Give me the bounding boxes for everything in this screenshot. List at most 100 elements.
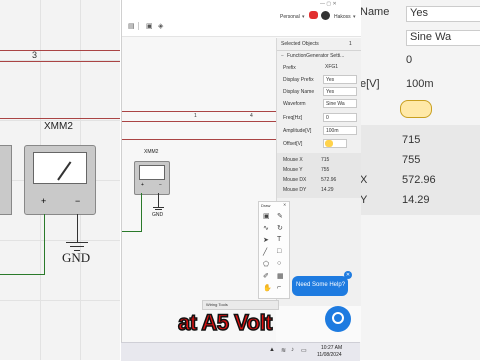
rectangle-icon[interactable]: □ — [277, 248, 281, 255]
zoom-meter-minus: − — [75, 196, 81, 206]
zoom-wire — [44, 214, 45, 274]
chat-button[interactable] — [325, 306, 351, 332]
meter-plus: + — [141, 182, 144, 188]
document-icon[interactable]: ▤ — [128, 22, 135, 30]
user-name: Hakoss — [334, 14, 351, 20]
zoom-ground-symbol — [70, 246, 84, 247]
video-caption: at A5 Volt — [177, 309, 273, 336]
chevron-down-icon: ▾ — [302, 14, 305, 20]
window-controls: — ▢ ✕ — [320, 1, 337, 7]
wiring-tools-bar[interactable]: Wiring Tools — [202, 300, 279, 310]
help-bubble[interactable]: Need Some Help? — [292, 276, 348, 296]
volume-icon[interactable]: ♪ — [291, 347, 294, 353]
zoom-ground-symbol — [66, 242, 88, 243]
pencil-icon[interactable]: ✎ — [277, 212, 283, 220]
pointer-icon[interactable]: ➤ — [263, 236, 269, 244]
display-prefix-select[interactable]: Yes — [323, 75, 357, 84]
circle-icon[interactable]: ○ — [277, 260, 281, 267]
multimeter[interactable]: + − — [134, 161, 170, 195]
avatar[interactable] — [321, 11, 330, 20]
property-row-offset: Offset[V] — [279, 139, 360, 150]
toolbar-divider — [138, 22, 139, 30]
workspace-menu[interactable]: Personal — [280, 14, 300, 20]
left-zoom-background: 3 XMM2 + − GND — [0, 0, 120, 360]
notification-icon[interactable] — [309, 11, 318, 19]
zoom-wire — [0, 274, 45, 275]
property-row-waveform: Waveform Sine Wa — [279, 99, 360, 110]
property-row-display-name: Display Name Yes — [279, 87, 360, 98]
amplitude-input[interactable]: 100m — [323, 126, 357, 135]
zoom-row: Name Yes — [360, 2, 480, 28]
zoom-row: Sine Wa — [360, 28, 480, 54]
wifi-icon[interactable]: ≋ — [281, 347, 286, 354]
panel-title: Selected Objects — [281, 41, 319, 47]
mouse-row-dx: Mouse DX 572.96 — [283, 177, 337, 183]
prefix-input[interactable]: XFG1 — [323, 63, 357, 72]
property-row-prefix: Prefix XFG1 — [279, 63, 360, 74]
close-icon[interactable]: ✕ — [283, 202, 286, 207]
meter-label: XMM2 — [144, 149, 159, 155]
brush-icon[interactable]: ✐ — [263, 272, 269, 280]
line-icon[interactable]: ╱ — [263, 248, 267, 256]
help-close-icon[interactable]: ✕ — [344, 271, 352, 279]
ground-symbol — [153, 207, 164, 208]
clock-time: 10:27 AM — [321, 345, 343, 351]
zoom-ruler-line — [0, 61, 120, 62]
help-label: Need Some Help? — [296, 282, 346, 288]
zoom-multimeter: + − — [24, 145, 96, 215]
polygon-icon[interactable]: ⬠ — [263, 260, 269, 268]
right-zoom-background: Name Yes Sine Wa 0 e[V] 100m 715 755 X 5… — [360, 0, 480, 360]
property-row-display-prefix: Display Prefix Yes — [279, 75, 360, 86]
wiring-tools-label: Wiring Tools — [206, 302, 228, 307]
offset-toggle[interactable] — [325, 140, 333, 147]
zoom-ruler-line — [0, 50, 120, 51]
hand-icon[interactable]: ✋ — [263, 284, 272, 292]
collapse-icon[interactable]: − — [281, 53, 284, 59]
zoom-ruler-line — [0, 118, 120, 119]
ground-label: GND — [152, 212, 164, 218]
redo-icon[interactable]: ↻ — [277, 224, 283, 232]
table-icon[interactable]: ▦ — [277, 272, 284, 280]
tray-chevron-icon[interactable]: ▲ — [269, 347, 275, 353]
text-icon[interactable]: T — [277, 236, 281, 243]
clock-date: 11/08/2024 — [317, 352, 342, 358]
property-row-frequency: Freq[Hz] 0 — [279, 113, 360, 124]
zoom-row: e[V] 100m — [360, 78, 434, 90]
connector-icon[interactable]: ⌐ — [277, 284, 281, 291]
display-name-select[interactable]: Yes — [323, 87, 357, 96]
chevron-down-icon: ▾ — [353, 14, 356, 20]
meter-minus: − — [159, 182, 162, 188]
layers-icon[interactable]: ◈ — [158, 22, 163, 30]
zoom-row: 0 — [406, 54, 413, 66]
app-header: Personal ▾ Hakoss ▾ — ▢ ✕ — [122, 0, 361, 37]
curve-icon[interactable]: ∿ — [263, 224, 269, 232]
mouse-row-y: Mouse Y 755 — [283, 167, 330, 173]
zoom-row: Y 14.29 — [360, 194, 430, 206]
circuit-canvas[interactable]: 1 4 XMM2 + − GND — [122, 37, 276, 342]
property-row-amplitude: Amplitude[V] 100m — [279, 126, 360, 137]
mouse-row-dy: Mouse DY 14.29 — [283, 187, 334, 193]
chat-icon — [332, 312, 344, 324]
zoom-meter-label: XMM2 — [44, 121, 73, 132]
battery-icon[interactable]: ▭ — [301, 347, 307, 354]
image-icon[interactable]: ▣ — [263, 212, 270, 220]
app-window: Personal ▾ Hakoss ▾ — ▢ ✕ ▤ ▣ ◈ 1 4 XMM2… — [121, 0, 361, 342]
zoom-left-meter — [0, 145, 12, 215]
wire — [158, 193, 159, 207]
ruler-number: 4 — [250, 113, 253, 119]
ruler-line — [122, 139, 276, 140]
ground-symbol — [155, 209, 162, 210]
taskbar: ▲ ≋ ♪ ▭ 10:27 AM 11/08/2024 — [121, 342, 360, 361]
draw-panel: Draw ✕ ▣ ✎ ∿ ↻ ➤ T ╱ □ ⬠ ○ ✐ ▦ ✋ ⌐ — [258, 201, 290, 299]
zoom-wire — [77, 214, 78, 242]
zoom-ruler-number: 3 — [32, 50, 38, 60]
ruler-line — [122, 121, 276, 122]
selected-count: 1 — [349, 41, 352, 47]
wire — [122, 231, 142, 232]
object-name: FunctionGenerator Setti... — [287, 53, 345, 59]
frequency-input[interactable]: 0 — [323, 113, 357, 122]
draw-panel-title: Draw — [261, 203, 271, 208]
section-divider — [277, 50, 361, 51]
image-icon[interactable]: ▣ — [146, 22, 153, 30]
waveform-select[interactable]: Sine Wa — [323, 99, 357, 108]
